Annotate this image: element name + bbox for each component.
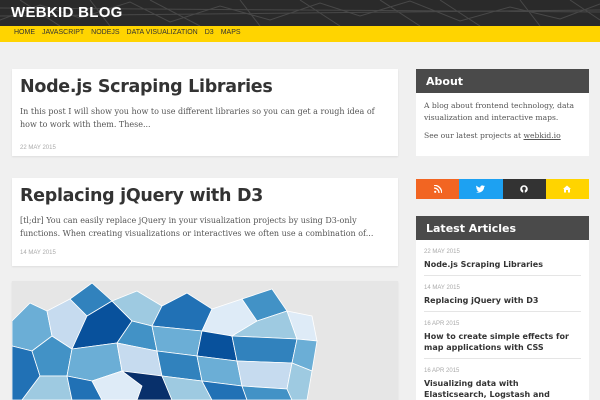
latest-articles-list: 22 MAY 2015 Node.js Scraping Libraries 1… [416,240,589,400]
list-item: 16 APR 2015 How to create simple effects… [424,312,581,359]
list-item: 22 MAY 2015 Node.js Scraping Libraries [424,240,581,276]
post-title[interactable]: Node.js Scraping Libraries [20,77,390,97]
article-date: 16 APR 2015 [424,321,460,327]
article-link[interactable]: Node.js Scraping Libraries [424,259,581,275]
about-box: A blog about frontend technology, data v… [416,93,589,156]
article-link[interactable]: Replacing jQuery with D3 [424,295,581,311]
webkid-link[interactable]: webkid.io [524,131,561,140]
home-button[interactable] [545,179,589,199]
article-link[interactable]: Visualizing data with Elasticsearch, Log… [424,378,581,400]
main-nav: HOME JAVASCRIPT NODEJS DATA VISUALIZATIO… [0,26,600,42]
article-date: 22 MAY 2015 [424,249,460,255]
post-date: 22 MAY 2015 [20,145,56,151]
twitter-button[interactable] [459,179,503,199]
home-icon [563,185,572,193]
article-date: 16 APR 2015 [424,368,460,374]
social-buttons [416,179,589,199]
latest-articles-heading: Latest Articles [416,216,589,240]
post-map-image[interactable] [12,281,398,400]
github-icon [520,185,528,193]
about-heading: About [416,69,589,93]
github-button[interactable] [502,179,546,199]
post-card: Node.js Scraping Libraries In this post … [12,69,398,156]
choropleth-map-image [12,281,398,400]
post-title[interactable]: Replacing jQuery with D3 [20,186,390,206]
nav-item-maps[interactable]: MAPS [221,29,241,36]
post-excerpt: In this post I will show you how to use … [20,107,375,129]
twitter-icon [476,185,486,193]
rss-icon [433,185,442,193]
nav-item-javascript[interactable]: JAVASCRIPT [42,29,84,36]
about-projects: See our latest projects at webkid.io [424,130,581,142]
post-excerpt: [tl;dr] You can easily replace jQuery in… [20,216,374,238]
about-projects-prefix: See our latest projects at [424,131,522,140]
nav-item-nodejs[interactable]: NODEJS [91,29,119,36]
nav-item-d3[interactable]: D3 [205,29,214,36]
about-text: A blog about frontend technology, data v… [424,101,575,122]
list-item: 16 APR 2015 Visualizing data with Elasti… [424,359,581,400]
list-item: 14 MAY 2015 Replacing jQuery with D3 [424,276,581,312]
rss-button[interactable] [416,179,460,199]
post-card: Replacing jQuery with D3 [tl;dr] You can… [12,178,398,266]
article-date: 14 MAY 2015 [424,285,460,291]
article-link[interactable]: How to create simple effects for map app… [424,331,581,358]
post-date: 14 MAY 2015 [20,250,56,256]
nav-item-data-visualization[interactable]: DATA VISUALIZATION [127,29,198,36]
nav-item-home[interactable]: HOME [14,29,35,36]
site-header: WEBKID BLOG [0,0,600,26]
site-logo[interactable]: WEBKID BLOG [11,4,123,21]
